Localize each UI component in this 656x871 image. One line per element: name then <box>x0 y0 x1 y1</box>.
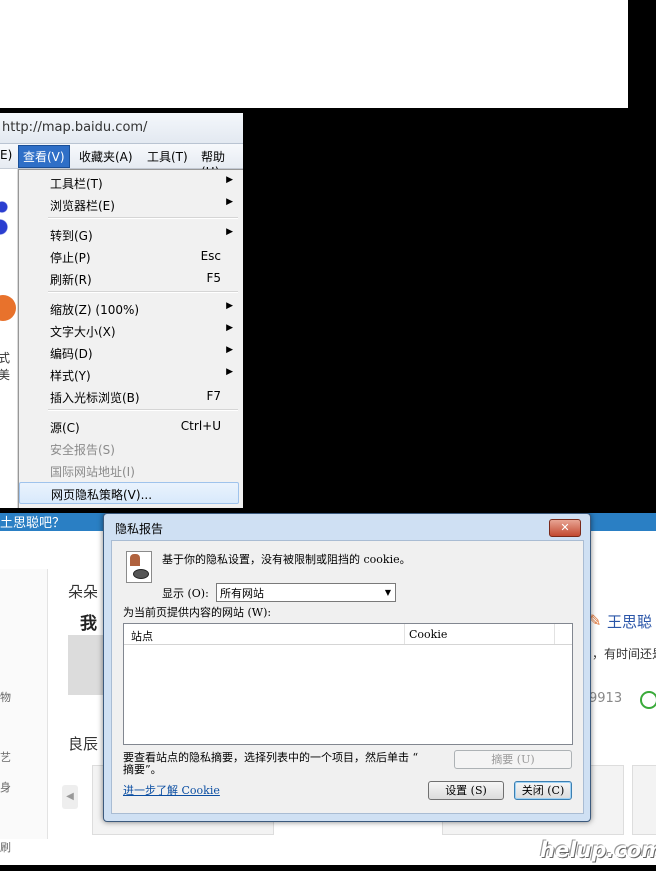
menu-tools[interactable]: 工具(T) <box>147 148 188 165</box>
post-title[interactable]: 朵朵 <box>68 581 98 602</box>
menu-item-security-report[interactable]: 安全报告(S) <box>19 438 241 458</box>
menu-item-text-size[interactable]: 文字大小(X) ▶ <box>19 320 241 340</box>
menu-item-stop[interactable]: 停止(P) Esc <box>19 246 241 266</box>
left-nav-column: 物 艺 身 刷 <box>0 569 48 854</box>
left-nav-item[interactable]: 身 <box>0 779 11 795</box>
address-bar[interactable]: http://map.baidu.com/ <box>0 113 243 144</box>
privacy-document-icon <box>126 551 152 583</box>
menu-favorites[interactable]: 收藏夹(A) <box>79 148 133 165</box>
left-nav-item[interactable]: 艺 <box>0 749 11 765</box>
submenu-arrow-icon: ▶ <box>226 301 233 311</box>
summary-button[interactable]: 摘要 (U) <box>454 750 572 769</box>
top-blank-panel <box>0 0 628 108</box>
view-menu-dropdown: 工具栏(T) ▶ 浏览器栏(E) ▶ 转到(G) ▶ 停止(P) Esc 刷新(R) F5… <box>18 169 243 508</box>
submenu-arrow-icon: ▶ <box>226 367 233 377</box>
submenu-arrow-icon: ▶ <box>226 175 233 185</box>
menu-item-encoding[interactable]: 编码(D) ▶ <box>19 342 241 362</box>
thumbnail-3[interactable] <box>632 765 656 835</box>
banner-title: 土思聪吧？ <box>0 516 66 531</box>
menu-item-privacy-policy[interactable]: 网页隐私策略(V)... <box>19 482 239 504</box>
right-snippet: ，有时间还是 <box>592 647 656 661</box>
submenu-arrow-icon: ▶ <box>226 227 233 237</box>
settings-button[interactable]: 设置 (S) <box>428 781 504 800</box>
post-snippet: 我 <box>80 614 97 634</box>
left-label: 式美 <box>0 351 11 382</box>
post-image <box>68 635 104 695</box>
menu-item-zoom[interactable]: 缩放(Z) (100%) ▶ <box>19 298 241 318</box>
menu-item-refresh[interactable]: 刷新(R) F5 <box>19 268 241 288</box>
menu-edit-partial[interactable]: E) <box>0 148 12 162</box>
menu-item-source[interactable]: 源(C) Ctrl+U <box>19 416 241 436</box>
site-list[interactable]: 站点 Cookie <box>123 623 573 745</box>
baidu-paw-icon <box>0 199 10 239</box>
menu-item-caret-browsing[interactable]: 插入光标浏览(B) F7 <box>19 386 241 406</box>
address-url[interactable]: http://map.baidu.com/ <box>2 120 147 135</box>
dialog-body: 基于你的隐私设置，没有被限制或阻挡的 cookie。 显示 (O): 所有网站 … <box>111 540 584 814</box>
left-nav-item[interactable]: 物 <box>0 689 11 705</box>
dialog-close-x-button[interactable]: ✕ <box>549 519 581 537</box>
list-header: 站点 Cookie <box>124 624 572 645</box>
comment-icon <box>640 691 656 709</box>
submenu-arrow-icon: ▶ <box>226 345 233 355</box>
carousel-prev-button[interactable]: ◀ <box>62 785 78 809</box>
browser-window: http://map.baidu.com/ E) 查看(V) 收藏夹(A) 工具… <box>0 113 243 508</box>
menu-bar: E) 查看(V) 收藏夹(A) 工具(T) 帮助(H) <box>0 144 243 179</box>
left-nav-item[interactable]: 刷 <box>0 839 11 855</box>
section-title: 良辰 <box>68 735 99 753</box>
column-site[interactable]: 站点 <box>131 628 153 644</box>
menu-separator <box>48 217 238 219</box>
list-caption: 为当前页提供内容的网站 (W): <box>123 606 272 619</box>
privacy-message: 基于你的隐私设置，没有被限制或阻挡的 cookie。 <box>162 553 411 566</box>
privacy-report-dialog: 隐私报告 ✕ 基于你的隐私设置，没有被限制或阻挡的 cookie。 显示 (O)… <box>103 513 591 822</box>
dialog-title: 隐私报告 <box>115 522 164 536</box>
hint-line-1: 要查看站点的隐私摘要，选择列表中的一个项目，然后单击 “ <box>123 751 419 764</box>
menu-item-toolbars[interactable]: 工具栏(T) ▶ <box>19 172 241 192</box>
menu-separator <box>48 409 238 411</box>
right-user-name[interactable]: 王思聪 <box>607 611 652 632</box>
column-cookie[interactable]: Cookie <box>409 628 447 641</box>
menu-item-international-address[interactable]: 国际网站地址(I) <box>19 460 241 480</box>
menu-item-explorer-bars[interactable]: 浏览器栏(E) ▶ <box>19 194 241 214</box>
page-left-strip: 式美 <box>0 169 18 508</box>
show-select[interactable]: 所有网站 ▼ <box>216 583 396 602</box>
hint-line-2: 摘要”。 <box>123 763 162 776</box>
close-button[interactable]: 关闭 (C) <box>514 781 572 800</box>
submenu-arrow-icon: ▶ <box>226 323 233 333</box>
right-count: 9913 <box>589 691 623 706</box>
submenu-arrow-icon: ▶ <box>226 197 233 207</box>
learn-more-cookie-link[interactable]: 进一步了解 Cookie <box>123 782 220 798</box>
menu-item-style[interactable]: 样式(Y) ▶ <box>19 364 241 384</box>
menu-item-go-to[interactable]: 转到(G) ▶ <box>19 224 241 244</box>
close-icon: ✕ <box>560 521 570 534</box>
orange-circle-icon <box>0 295 16 321</box>
watermark: helup.com <box>540 838 656 862</box>
chevron-down-icon: ▼ <box>384 588 392 597</box>
menu-view[interactable]: 查看(V) <box>18 145 70 168</box>
menu-separator <box>48 291 238 293</box>
show-label: 显示 (O): <box>162 587 209 600</box>
